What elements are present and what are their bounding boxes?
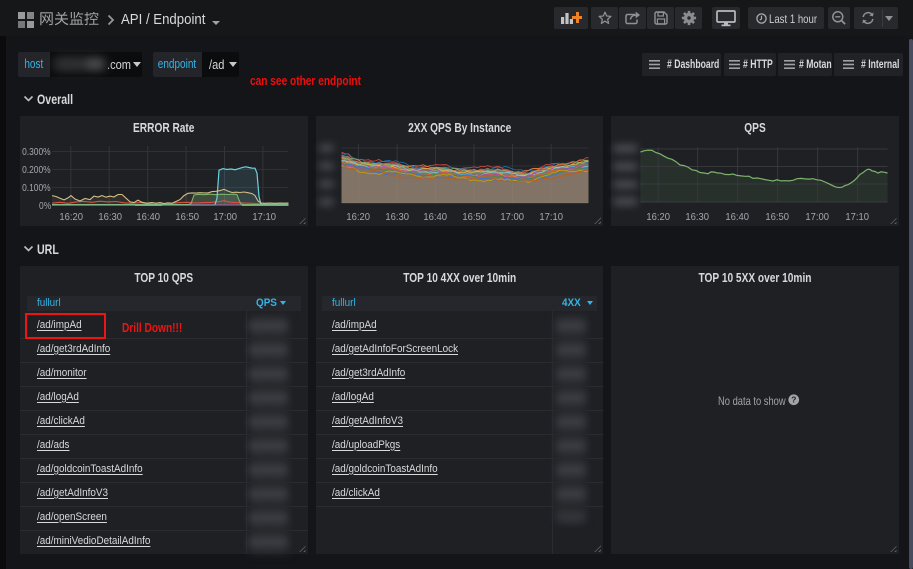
svg-text:?: ? bbox=[791, 395, 796, 405]
